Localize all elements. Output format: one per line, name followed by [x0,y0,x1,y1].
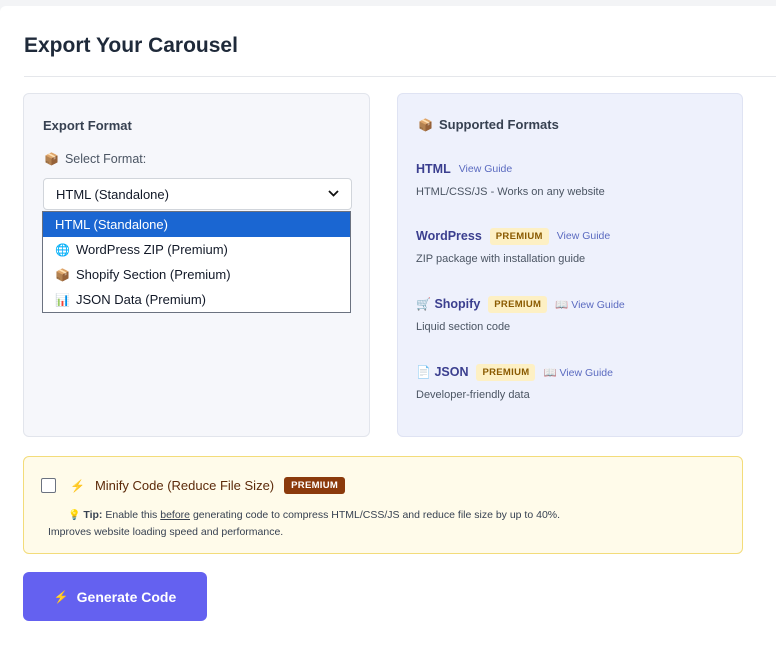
view-guide-link[interactable]: 📖 View Guide [555,298,625,311]
minify-option-box: ⚡ Minify Code (Reduce File Size) PREMIUM… [23,456,743,554]
format-select-value: HTML (Standalone) [56,186,169,202]
format-item-html: HTML View Guide HTML/CSS/JS - Works on a… [416,160,605,198]
package-icon: 📦 [55,267,70,282]
format-name: 🛒 Shopify [416,297,480,311]
minify-checkbox[interactable] [41,478,56,493]
dropdown-option-shopify[interactable]: 📦 Shopify Section (Premium) [43,262,350,287]
page-title: Export Your Carousel [24,34,238,57]
format-select[interactable]: HTML (Standalone) [43,178,352,210]
tip-text-line2: Improves website loading speed and perfo… [48,526,284,538]
dropdown-option-label: WordPress ZIP (Premium) [75,242,228,257]
minify-tip: 💡 Tip: Enable this before generating cod… [48,507,708,541]
dropdown-option-wordpress[interactable]: 🌐 WordPress ZIP (Premium) [43,237,350,262]
package-icon: 📦 [418,117,433,132]
view-guide-text: View Guide [559,366,613,379]
minify-label-text: Minify Code (Reduce File Size) [94,478,275,493]
generate-code-button[interactable]: ⚡ Generate Code [23,572,207,621]
format-description: Developer-friendly data [416,389,530,401]
lightning-icon: ⚡ [53,589,69,604]
book-icon: 📖 [555,298,569,311]
tip-text-underlined: before [160,509,191,521]
premium-badge: PREMIUM [476,363,536,381]
dropdown-option-json[interactable]: 📊 JSON Data (Premium) [43,287,350,312]
premium-badge: PREMIUM [488,295,548,313]
supported-formats-title-text: Supported Formats [438,117,559,132]
title-divider [24,76,776,77]
format-name: HTML [416,162,451,176]
lightbulb-icon: 💡 [68,510,81,521]
supported-formats-panel: 📦 Supported Formats HTML View Guide HTML… [397,93,743,437]
dropdown-option-label: HTML (Standalone) [55,217,168,232]
generate-code-label: Generate Code [76,588,177,605]
tip-text-pre: Enable this [105,509,158,521]
dropdown-option-label: JSON Data (Premium) [75,292,206,307]
format-name-text: Shopify [434,297,481,311]
bar-chart-icon: 📊 [55,292,70,307]
format-description: ZIP package with installation guide [416,253,586,265]
supported-formats-title: 📦 Supported Formats [418,117,559,132]
chevron-down-icon [328,188,339,200]
book-icon: 📖 [543,366,557,379]
format-description: Liquid section code [416,321,511,333]
tip-text-post: generating code to compress HTML/CSS/JS … [192,509,561,521]
format-item-json: 📄 JSON PREMIUM 📖 View Guide Developer-fr… [416,363,613,401]
dropdown-option-html[interactable]: HTML (Standalone) [43,212,350,237]
package-icon: 📦 [44,152,59,166]
lightning-icon: ⚡ [70,478,85,493]
globe-icon: 🌐 [55,242,70,257]
format-name: 📄 JSON [416,365,468,379]
format-name-text: JSON [434,365,469,379]
minify-label[interactable]: ⚡ Minify Code (Reduce File Size) PREMIUM [70,477,346,494]
view-guide-link[interactable]: 📖 View Guide [543,366,613,379]
premium-badge: PREMIUM [489,227,549,245]
format-dropdown[interactable]: HTML (Standalone) 🌐 WordPress ZIP (Premi… [42,211,351,313]
view-guide-link[interactable]: View Guide [557,230,611,242]
format-item-shopify: 🛒 Shopify PREMIUM 📖 View Guide Liquid se… [416,295,625,333]
tip-label: Tip: [83,509,103,521]
shopping-cart-icon: 🛒 [416,297,431,311]
format-item-wordpress: WordPress PREMIUM View Guide ZIP package… [416,227,610,265]
dropdown-option-label: Shopify Section (Premium) [75,267,231,282]
premium-badge: PREMIUM [284,477,346,494]
view-guide-link[interactable]: View Guide [459,163,513,175]
view-guide-text: View Guide [571,298,625,311]
document-icon: 📄 [416,365,431,379]
format-description: HTML/CSS/JS - Works on any website [416,186,605,198]
select-format-label-text: Select Format: [64,152,147,166]
select-format-label: 📦 Select Format: [44,152,146,166]
export-format-title: Export Format [43,118,132,133]
format-name: WordPress [416,229,482,243]
